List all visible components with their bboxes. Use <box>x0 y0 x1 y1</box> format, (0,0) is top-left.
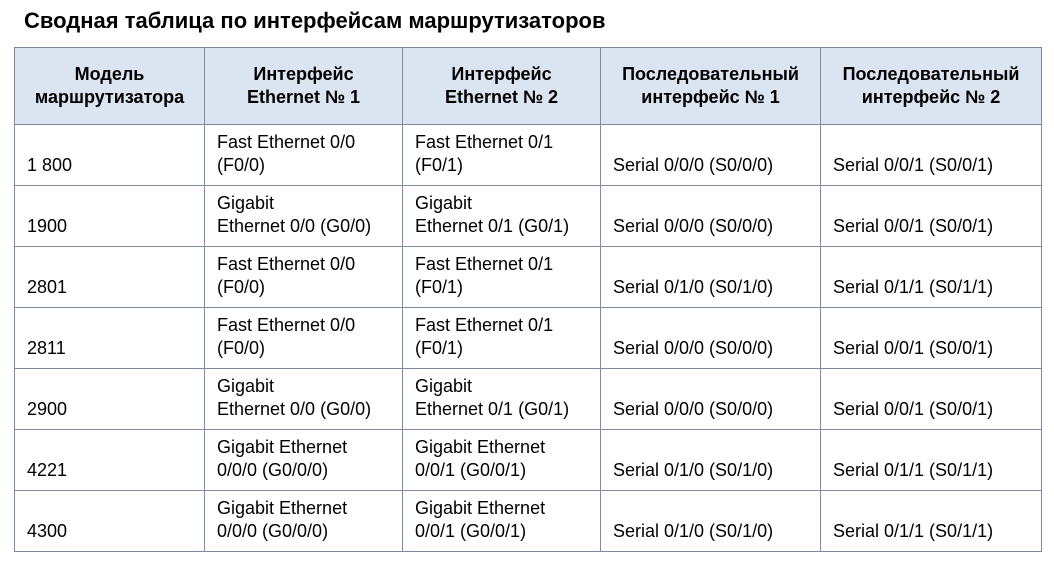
cell-serial-1: Serial 0/0/0 (S0/0/0) <box>600 185 821 247</box>
column-header-serial-1: Последовательный интерфейс № 1 <box>600 47 821 125</box>
cell-ethernet-2: Gigabit Ethernet 0/0/1 (G0/0/1) <box>402 429 601 491</box>
cell-ethernet-1: Gigabit Ethernet 0/0/0 (G0/0/0) <box>204 429 403 491</box>
cell-router-model: 2811 <box>14 307 205 369</box>
cell-ethernet-2: Gigabit Ethernet 0/1 (G0/1) <box>402 368 601 430</box>
column-header-line: Последовательный <box>622 64 799 84</box>
table-header-row: Модель маршрутизатора Интерфейс Ethernet… <box>14 47 1042 125</box>
cell-line: Gigabit <box>217 376 275 396</box>
cell-line: Fast Ethernet 0/0 <box>217 315 356 335</box>
cell-line: Gigabit <box>415 193 473 213</box>
cell-ethernet-2: Fast Ethernet 0/1 (F0/1) <box>402 124 601 186</box>
column-header-line: Интерфейс <box>451 64 552 84</box>
cell-serial-2: Serial 0/1/1 (S0/1/1) <box>820 246 1042 308</box>
column-header-line: Ethernet № 2 <box>444 87 559 107</box>
cell-serial-2: Serial 0/0/1 (S0/0/1) <box>820 307 1042 369</box>
column-header-line: интерфейс № 2 <box>861 87 1001 107</box>
cell-serial-1: Serial 0/1/0 (S0/1/0) <box>600 429 821 491</box>
page: Сводная таблица по интерфейсам маршрутиз… <box>0 0 1054 565</box>
cell-line: 0/0/1 (G0/0/1) <box>415 521 527 541</box>
column-header-serial-2: Последовательный интерфейс № 2 <box>820 47 1042 125</box>
cell-router-model: 1900 <box>14 185 205 247</box>
cell-line: Ethernet 0/1 (G0/1) <box>415 216 570 236</box>
column-header-line: Последовательный <box>842 64 1020 84</box>
cell-router-model: 2900 <box>14 368 205 430</box>
cell-line: Gigabit <box>217 193 275 213</box>
cell-line: 0/0/0 (G0/0/0) <box>217 460 329 480</box>
cell-serial-2: Serial 0/1/1 (S0/1/1) <box>820 429 1042 491</box>
cell-ethernet-1: Fast Ethernet 0/0 (F0/0) <box>204 307 403 369</box>
cell-serial-1: Serial 0/1/0 (S0/1/0) <box>600 490 821 552</box>
table-row: 1 800 Fast Ethernet 0/0 (F0/0) Fast Etherne… <box>14 124 1042 186</box>
cell-router-model: 2801 <box>14 246 205 308</box>
cell-serial-2: Serial 0/1/1 (S0/1/1) <box>820 490 1042 552</box>
column-header-line: Модель <box>74 64 145 84</box>
table-row: 2900 Gigabit Ethernet 0/0 (G0/0) Gigabit Eth… <box>14 368 1042 430</box>
cell-ethernet-2: Fast Ethernet 0/1 (F0/1) <box>402 246 601 308</box>
cell-line: Gigabit Ethernet <box>415 498 546 518</box>
column-header-line: интерфейс № 1 <box>641 87 780 107</box>
cell-line: Fast Ethernet 0/1 <box>415 254 554 274</box>
page-title: Сводная таблица по интерфейсам маршрутиз… <box>24 8 606 33</box>
cell-line: Fast Ethernet 0/1 <box>415 315 554 335</box>
cell-serial-1: Serial 0/0/0 (S0/0/0) <box>600 368 821 430</box>
column-header-line: маршрутизатора <box>34 87 185 107</box>
cell-ethernet-1: Gigabit Ethernet 0/0 (G0/0) <box>204 185 403 247</box>
table-row: 2801 Fast Ethernet 0/0 (F0/0) Fast Ethernet… <box>14 246 1042 308</box>
cell-serial-2: Serial 0/0/1 (S0/0/1) <box>820 185 1042 247</box>
cell-serial-2: Serial 0/0/1 (S0/0/1) <box>820 124 1042 186</box>
table-row: 4221 Gigabit Ethernet 0/0/0 (G0/0/0) Gigabi… <box>14 429 1042 491</box>
table-row: 2811 Fast Ethernet 0/0 (F0/0) Fast Ethernet… <box>14 307 1042 369</box>
cell-line: (F0/0) <box>217 277 266 297</box>
cell-line: 0/0/0 (G0/0/0) <box>217 521 329 541</box>
cell-line: Gigabit Ethernet <box>217 437 348 457</box>
cell-line: Fast Ethernet 0/1 <box>415 132 554 152</box>
table-body: 1 800 Fast Ethernet 0/0 (F0/0) Fast Etherne… <box>14 124 1042 552</box>
column-header-ethernet-1: Интерфейс Ethernet № 1 <box>204 47 403 125</box>
cell-line: (F0/0) <box>217 338 266 358</box>
cell-ethernet-1: Gigabit Ethernet 0/0 (G0/0) <box>204 368 403 430</box>
cell-router-model: 1 800 <box>14 124 205 186</box>
cell-line: Ethernet 0/0 (G0/0) <box>217 216 372 236</box>
table-row: 4300 Gigabit Ethernet 0/0/0 (G0/0/0) Gigabi… <box>14 490 1042 552</box>
router-interface-table: Модель маршрутизатора Интерфейс Ethernet… <box>14 47 1042 552</box>
cell-line: Fast Ethernet 0/0 <box>217 132 356 152</box>
cell-line: Ethernet 0/0 (G0/0) <box>217 399 372 419</box>
cell-line: Ethernet 0/1 (G0/1) <box>415 399 570 419</box>
cell-line: Fast Ethernet 0/0 <box>217 254 356 274</box>
column-header-line: Интерфейс <box>253 64 354 84</box>
cell-line: (F0/0) <box>217 155 266 175</box>
cell-router-model: 4221 <box>14 429 205 491</box>
cell-serial-1: Serial 0/0/0 (S0/0/0) <box>600 124 821 186</box>
cell-router-model: 4300 <box>14 490 205 552</box>
cell-serial-1: Serial 0/1/0 (S0/1/0) <box>600 246 821 308</box>
cell-line: Gigabit Ethernet <box>217 498 348 518</box>
cell-line: (F0/1) <box>415 155 464 175</box>
cell-line: Gigabit <box>415 376 473 396</box>
cell-line: (F0/1) <box>415 277 464 297</box>
column-header-ethernet-2: Интерфейс Ethernet № 2 <box>402 47 601 125</box>
cell-line: Gigabit Ethernet <box>415 437 546 457</box>
cell-ethernet-1: Fast Ethernet 0/0 (F0/0) <box>204 246 403 308</box>
cell-ethernet-2: Fast Ethernet 0/1 (F0/1) <box>402 307 601 369</box>
cell-serial-2: Serial 0/0/1 (S0/0/1) <box>820 368 1042 430</box>
column-header-line: Ethernet № 1 <box>246 87 361 107</box>
cell-ethernet-1: Fast Ethernet 0/0 (F0/0) <box>204 124 403 186</box>
cell-ethernet-2: Gigabit Ethernet 0/0/1 (G0/0/1) <box>402 490 601 552</box>
cell-line: (F0/1) <box>415 338 464 358</box>
column-header-model: Модель маршрутизатора <box>14 47 205 125</box>
cell-ethernet-2: Gigabit Ethernet 0/1 (G0/1) <box>402 185 601 247</box>
cell-ethernet-1: Gigabit Ethernet 0/0/0 (G0/0/0) <box>204 490 403 552</box>
cell-line: 0/0/1 (G0/0/1) <box>415 460 527 480</box>
cell-serial-1: Serial 0/0/0 (S0/0/0) <box>600 307 821 369</box>
table-row: 1900 Gigabit Ethernet 0/0 (G0/0) Gigabit Eth… <box>14 185 1042 247</box>
